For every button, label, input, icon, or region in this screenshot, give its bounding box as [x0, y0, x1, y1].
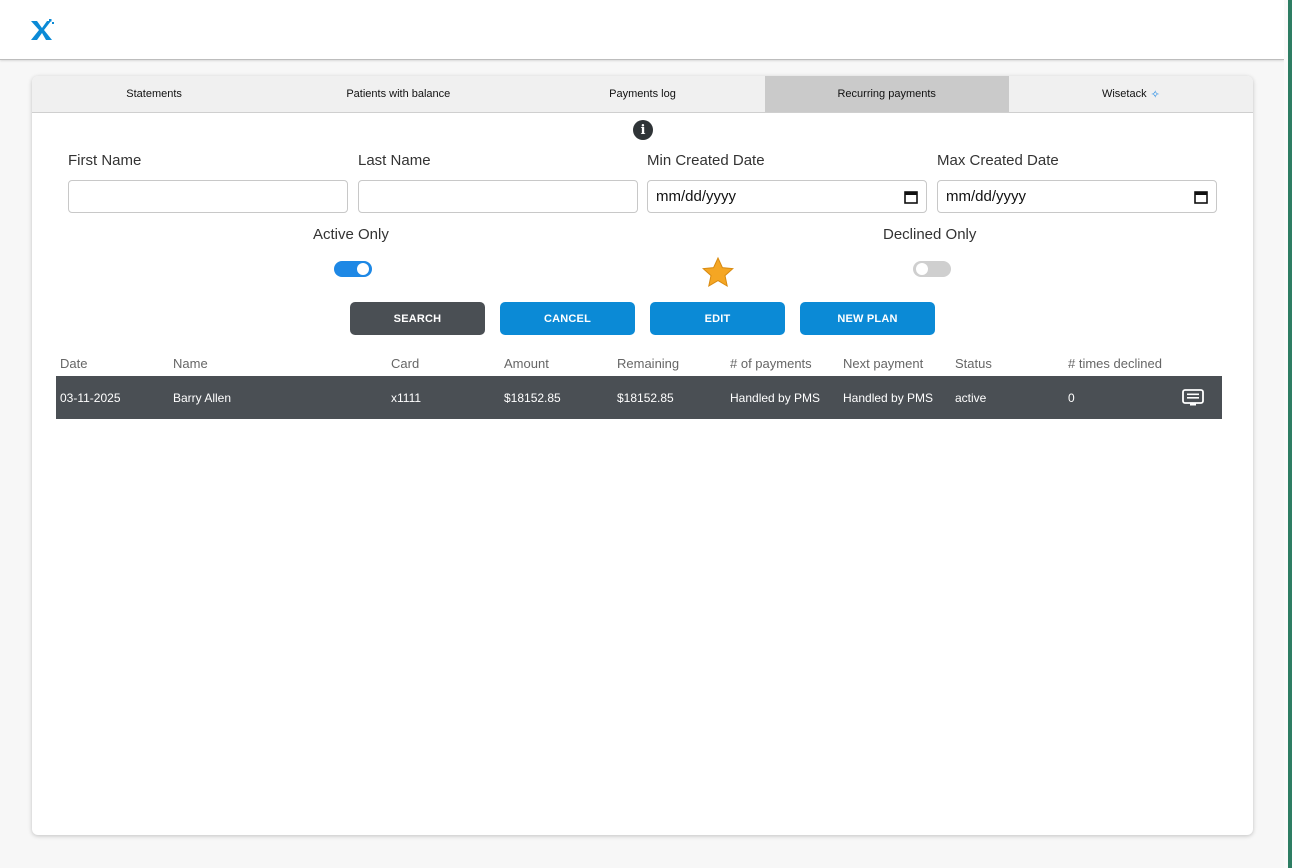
tab-recurring-payments[interactable]: Recurring payments: [764, 76, 1009, 112]
cell-remaining: $18152.85: [617, 391, 674, 405]
table-row[interactable]: 03-11-2025 Barry Allen x1111 $18152.85 $…: [56, 376, 1222, 419]
active-only-label: Active Only: [313, 226, 389, 243]
tab-patients-with-balance[interactable]: Patients with balance: [276, 76, 520, 112]
info-icon[interactable]: i: [633, 120, 653, 140]
toggle-knob: [357, 263, 369, 275]
x-logo-icon[interactable]: [28, 16, 56, 44]
cell-name: Barry Allen: [173, 391, 232, 405]
calendar-icon[interactable]: [904, 190, 918, 204]
first-name-input[interactable]: [68, 180, 348, 213]
message-icon[interactable]: [1182, 389, 1204, 407]
column-header[interactable]: Name: [173, 356, 208, 371]
toggle-knob: [916, 263, 928, 275]
main-card: Statements Patients with balance Payment…: [32, 76, 1253, 835]
cell-card: x1111: [391, 391, 422, 405]
column-header[interactable]: Date: [60, 356, 87, 371]
cell-number-of-payments: Handled by PMS: [730, 391, 821, 405]
cell-next-payment: Handled by PMS: [843, 391, 934, 405]
last-name-input[interactable]: [358, 180, 638, 213]
new-plan-button[interactable]: NEW PLAN: [800, 302, 935, 335]
cell-times-declined: 0: [1068, 391, 1075, 405]
cell-status: active: [955, 391, 987, 405]
min-created-date-input[interactable]: mm/dd/yyyy: [647, 180, 927, 213]
column-header[interactable]: Status: [955, 356, 992, 371]
column-header[interactable]: Amount: [504, 356, 549, 371]
last-name-label: Last Name: [358, 152, 431, 169]
active-only-toggle[interactable]: [334, 261, 372, 277]
tab-bar: Statements Patients with balance Payment…: [32, 76, 1253, 113]
cell-date: 03-11-2025: [60, 391, 121, 405]
column-header[interactable]: Remaining: [617, 356, 679, 371]
sparkle-icon: ✧: [1150, 88, 1160, 101]
table-header: Date Name Card Amount Remaining # of pay…: [56, 356, 1222, 376]
max-created-date-label: Max Created Date: [937, 152, 1059, 169]
calendar-icon[interactable]: [1194, 190, 1208, 204]
column-header[interactable]: Card: [391, 356, 419, 371]
declined-only-toggle[interactable]: [913, 261, 951, 277]
min-created-date-label: Min Created Date: [647, 152, 765, 169]
first-name-label: First Name: [68, 152, 142, 169]
column-header[interactable]: # of payments: [730, 356, 812, 371]
star-icon[interactable]: [700, 255, 736, 291]
column-header[interactable]: Next payment: [843, 356, 923, 371]
edit-button[interactable]: EDIT: [650, 302, 785, 335]
tab-statements[interactable]: Statements: [32, 76, 276, 112]
top-bar: [0, 0, 1284, 60]
max-created-date-input[interactable]: mm/dd/yyyy: [937, 180, 1217, 213]
tab-payments-log[interactable]: Payments log: [520, 76, 764, 112]
page-accent-bar: [1288, 0, 1292, 868]
tab-wisetack[interactable]: Wisetack ✧: [1009, 76, 1253, 112]
search-button[interactable]: SEARCH: [350, 302, 485, 335]
cancel-button[interactable]: CANCEL: [500, 302, 635, 335]
cell-amount: $18152.85: [504, 391, 561, 405]
declined-only-label: Declined Only: [883, 226, 977, 243]
column-header[interactable]: # times declined: [1068, 356, 1162, 371]
